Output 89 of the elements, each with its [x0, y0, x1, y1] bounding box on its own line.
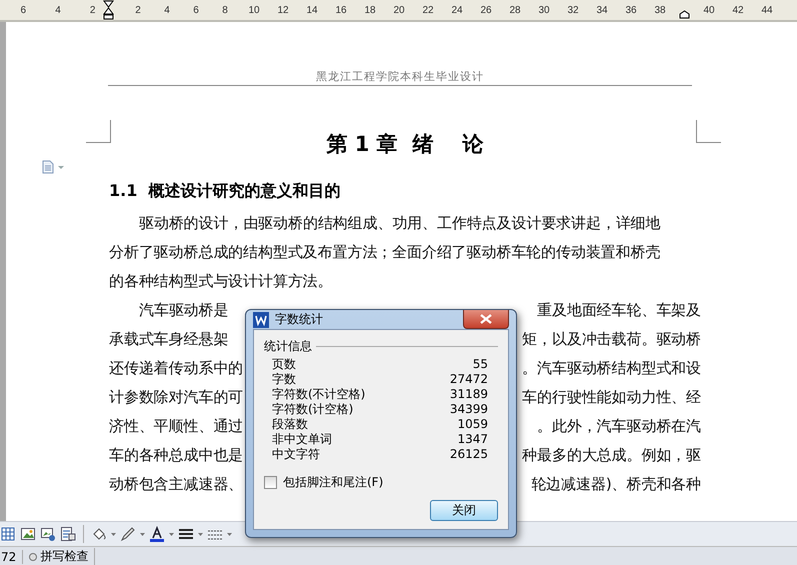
line-style-icon[interactable] — [178, 526, 194, 542]
ruler-number: 42 — [731, 4, 745, 16]
body-text-fragment: 济性、平顺性、通过 — [109, 416, 244, 437]
picture-icon[interactable] — [40, 526, 56, 542]
ruler-number: 2 — [134, 4, 142, 16]
ruler-number: 22 — [421, 4, 435, 16]
body-text-fragment: 还传递着传动系中的 — [109, 358, 244, 379]
ruler-number: 4 — [163, 4, 171, 16]
ruler-number: 28 — [508, 4, 522, 16]
checkbox-label: 包括脚注和尾注(F) — [283, 474, 384, 491]
ruler-number: 18 — [363, 4, 377, 16]
dropdown-caret-icon[interactable] — [198, 532, 203, 536]
dropdown-caret-icon[interactable] — [140, 532, 145, 536]
body-text-fragment: 车的行驶性能如动力性、经 — [522, 387, 701, 408]
ruler-number: 6 — [192, 4, 200, 16]
stat-value: 1347 — [457, 432, 488, 447]
ruler-number: 40 — [702, 4, 716, 16]
stat-value: 31189 — [450, 387, 488, 402]
stat-value: 27472 — [450, 372, 488, 387]
body-text-line: 的各种结构型式与设计计算方法。 — [109, 271, 334, 292]
body-text-fragment: 。汽车驱动桥结构型式和设 — [522, 358, 701, 379]
stat-label: 字数 — [272, 372, 296, 387]
body-text-fragment: 矩，以及冲击载荷。驱动桥 — [522, 329, 701, 350]
body-text-fragment: 重及地面经车轮、车架及 — [537, 300, 701, 321]
stat-value: 55 — [472, 357, 488, 372]
stat-label: 段落数 — [272, 417, 308, 432]
stat-label: 中文字符 — [272, 447, 320, 462]
stat-label: 字符数(计空格) — [272, 402, 354, 417]
body-text-fragment: 轮边减速器)、桥壳和各种 — [531, 474, 701, 495]
fill-bucket-icon[interactable] — [91, 526, 107, 542]
spell-check-button[interactable]: 拼写检查 — [23, 548, 96, 565]
ruler-number: 6 — [20, 4, 28, 16]
body-text-fragment: 种最多的大总成。例如，驱 — [522, 445, 701, 466]
stat-value: 34399 — [450, 402, 488, 417]
picture-icon[interactable] — [20, 526, 36, 542]
ruler-number: 30 — [537, 4, 551, 16]
section-heading: 1.1 概述设计研究的意义和目的 — [109, 181, 342, 202]
body-text-fragment: 计参数除对汽车的可 — [109, 387, 244, 408]
stat-value: 26125 — [450, 447, 488, 462]
ruler-number: 20 — [392, 4, 406, 16]
body-text-fragment: 承载式车身经悬架 — [109, 329, 228, 350]
ruler-number: 8 — [221, 4, 229, 16]
document-icon[interactable] — [60, 526, 76, 542]
stat-value: 1059 — [457, 417, 488, 432]
ruler-number: 26 — [479, 4, 493, 16]
body-text-fragment: 车的各种总成中也是 — [109, 445, 244, 466]
ruler[interactable]: 6 4 2 2 4 6 8 10 12 14 16 18 20 22 24 26 28 30 32 34 36 38 40 42 44 — [0, 0, 797, 22]
ruler-number: 24 — [450, 4, 464, 16]
body-text-fragment: 动桥包含主减速器、 — [109, 474, 244, 495]
ruler-number: 32 — [566, 4, 580, 16]
stat-label: 页数 — [272, 357, 296, 372]
ruler-number: 10 — [247, 4, 261, 16]
page-header: 黑龙江工程学院本科生毕业设计 — [108, 69, 692, 86]
app-logo-icon — [253, 312, 269, 328]
stat-label: 非中文单词 — [272, 432, 332, 447]
checkbox[interactable] — [264, 476, 277, 489]
body-text-fragment: 汽车驱动桥是 — [139, 300, 228, 321]
pen-icon[interactable] — [120, 526, 136, 542]
margin-corner-mark — [86, 120, 111, 143]
body-text-line: 驱动桥的设计，由驱动桥的结构组成、功用、工作特点及设计要求讲起，详细地 — [138, 213, 662, 234]
status-dot-icon — [29, 552, 38, 560]
table-icon[interactable] — [0, 526, 16, 542]
right-indent-marker-icon[interactable] — [679, 10, 690, 19]
dropdown-caret-icon[interactable] — [227, 532, 232, 536]
body-text-line: 分析了驱动桥总成的结构型式及布置方法；全面介绍了驱动桥车轮的传动装置和桥壳 — [109, 242, 662, 263]
stat-label: 字符数(不计空格) — [272, 387, 366, 402]
ruler-number: 44 — [760, 4, 774, 16]
ruler-number: 12 — [276, 4, 290, 16]
ruler-number: 4 — [54, 4, 62, 16]
ruler-number: 14 — [305, 4, 319, 16]
font-color-icon[interactable] — [149, 526, 165, 542]
close-dialog-button[interactable]: 关闭 — [430, 500, 498, 521]
spell-check-label: 拼写检查 — [40, 548, 88, 565]
page-number: 72 — [0, 550, 24, 564]
dropdown-caret-icon[interactable] — [111, 532, 116, 536]
body-text-fragment: 。此外，汽车驱动桥在汽 — [537, 416, 701, 437]
ruler-number: 16 — [334, 4, 348, 16]
margin-corner-mark — [696, 120, 721, 143]
dropdown-caret-icon[interactable] — [169, 532, 174, 536]
close-icon — [480, 314, 492, 324]
ruler-number: 38 — [653, 4, 667, 16]
group-title: 统计信息 — [264, 338, 312, 355]
indent-marker-icon[interactable] — [103, 0, 114, 20]
ruler-number: 2 — [88, 4, 96, 16]
ruler-number: 34 — [595, 4, 609, 16]
dialog-title: 字数统计 — [275, 311, 323, 328]
close-button[interactable] — [463, 310, 509, 329]
chapter-title: 第 1 章 绪 论 — [325, 131, 485, 158]
ruler-number: 36 — [624, 4, 638, 16]
